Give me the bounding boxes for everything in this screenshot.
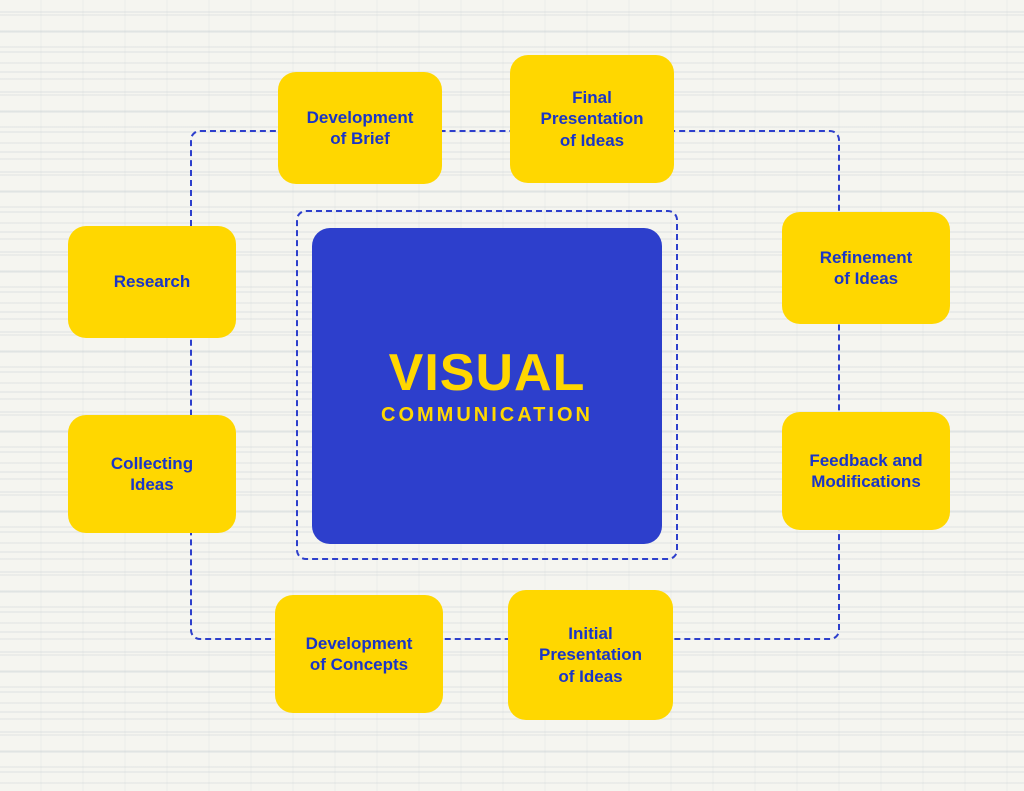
center-box: VISUAL COMMUNICATION (312, 228, 662, 544)
card-collecting-ideas: CollectingIdeas (68, 415, 236, 533)
card-development-concepts: Developmentof Concepts (275, 595, 443, 713)
card-development-brief: Developmentof Brief (278, 72, 442, 184)
center-subtitle: COMMUNICATION (381, 404, 593, 427)
card-final-presentation-label: FinalPresentationof Ideas (541, 87, 644, 151)
card-refinement: Refinementof Ideas (782, 212, 950, 324)
card-feedback-label: Feedback andModifications (809, 450, 922, 493)
card-collecting-ideas-label: CollectingIdeas (111, 453, 193, 496)
diagram-container: VISUAL COMMUNICATION Developmentof Brief… (0, 0, 1024, 791)
card-research-label: Research (114, 271, 191, 292)
card-research: Research (68, 226, 236, 338)
card-initial-presentation: InitialPresentationof Ideas (508, 590, 673, 720)
card-initial-presentation-label: InitialPresentationof Ideas (539, 623, 642, 687)
card-development-brief-label: Developmentof Brief (307, 107, 414, 150)
card-development-concepts-label: Developmentof Concepts (306, 633, 413, 676)
center-title: VISUAL (389, 345, 586, 402)
card-refinement-label: Refinementof Ideas (820, 247, 913, 290)
card-feedback: Feedback andModifications (782, 412, 950, 530)
card-final-presentation: FinalPresentationof Ideas (510, 55, 674, 183)
